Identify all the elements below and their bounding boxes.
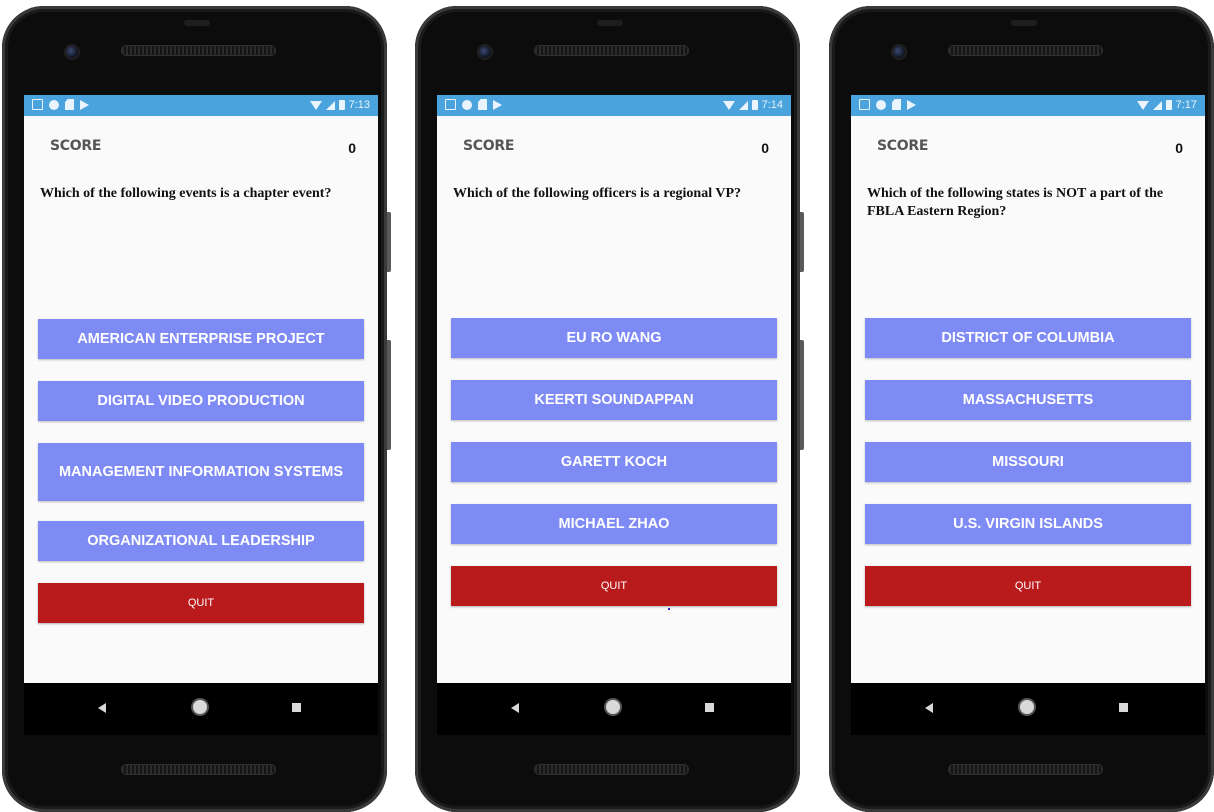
status-time: 7:14 bbox=[761, 99, 783, 111]
quit-button[interactable]: QUIT bbox=[38, 583, 364, 623]
volume-button bbox=[387, 340, 391, 450]
phone-frame-1: 7:13 SCORE 0 Which of the following even… bbox=[2, 6, 391, 812]
answer-button-3[interactable]: MISSOURI bbox=[865, 442, 1191, 482]
nav-bar bbox=[437, 683, 791, 735]
gmail-icon bbox=[859, 99, 870, 110]
bottom-speaker bbox=[949, 765, 1102, 774]
signal-icon bbox=[325, 100, 335, 110]
answer-button-4[interactable]: U.S. VIRGIN ISLANDS bbox=[865, 504, 1191, 544]
nav-bar bbox=[24, 683, 378, 735]
battery-icon bbox=[338, 100, 345, 110]
status-time: 7:17 bbox=[1175, 99, 1197, 111]
recents-icon[interactable] bbox=[705, 703, 714, 712]
signal-icon bbox=[738, 100, 748, 110]
wifi-icon bbox=[309, 100, 322, 110]
question-text: Which of the following states is NOT a p… bbox=[867, 186, 1164, 219]
proximity-sensor bbox=[597, 20, 623, 26]
quit-button[interactable]: QUIT bbox=[451, 566, 777, 606]
earpiece-speaker bbox=[949, 46, 1102, 55]
quiz-screen-3: 7:17 SCORE 0 Which of the following stat… bbox=[851, 95, 1205, 683]
answer-button-3[interactable]: MANAGEMENT INFORMATION SYSTEMS bbox=[38, 443, 364, 501]
circle-icon bbox=[462, 99, 472, 110]
home-icon[interactable] bbox=[606, 700, 620, 714]
back-icon[interactable] bbox=[511, 703, 519, 713]
quiz-screen-2: 7:14 SCORE 0 Which of the following offi… bbox=[437, 95, 791, 683]
status-bar: 7:13 bbox=[24, 95, 378, 116]
quit-button[interactable]: QUIT bbox=[865, 566, 1191, 606]
sd-card-icon bbox=[478, 99, 487, 110]
battery-icon bbox=[1165, 100, 1172, 110]
back-icon[interactable] bbox=[925, 703, 933, 713]
quiz-screen-1: 7:13 SCORE 0 Which of the following even… bbox=[24, 95, 378, 683]
status-bar: 7:17 bbox=[851, 95, 1205, 116]
volume-button bbox=[800, 340, 804, 450]
gmail-icon bbox=[445, 99, 456, 110]
home-icon[interactable] bbox=[193, 700, 207, 714]
power-button bbox=[800, 212, 804, 272]
score-value: 0 bbox=[761, 140, 769, 156]
home-icon[interactable] bbox=[1020, 700, 1034, 714]
nav-bar bbox=[851, 683, 1205, 735]
score-value: 0 bbox=[1175, 140, 1183, 156]
answer-button-3[interactable]: GARETT KOCH bbox=[451, 442, 777, 482]
touch-indicator bbox=[668, 608, 670, 610]
play-store-icon bbox=[80, 99, 89, 110]
battery-icon bbox=[751, 100, 758, 110]
phone-frame-2: 7:14 SCORE 0 Which of the following offi… bbox=[415, 6, 804, 812]
play-store-icon bbox=[493, 99, 502, 110]
play-store-icon bbox=[907, 99, 916, 110]
answer-button-2[interactable]: DIGITAL VIDEO PRODUCTION bbox=[38, 381, 364, 421]
proximity-sensor bbox=[1011, 20, 1037, 26]
earpiece-speaker bbox=[535, 46, 688, 55]
back-icon[interactable] bbox=[98, 703, 106, 713]
score-label: SCORE bbox=[50, 138, 102, 154]
front-camera-icon bbox=[66, 46, 78, 58]
recents-icon[interactable] bbox=[292, 703, 301, 712]
answer-button-2[interactable]: MASSACHUSETTS bbox=[865, 380, 1191, 420]
question-text: Which of the following officers is a reg… bbox=[453, 186, 742, 201]
answer-button-1[interactable]: AMERICAN ENTERPRISE PROJECT bbox=[38, 319, 364, 359]
wifi-icon bbox=[722, 100, 735, 110]
gmail-icon bbox=[32, 99, 43, 110]
score-value: 0 bbox=[348, 140, 356, 156]
recents-icon[interactable] bbox=[1119, 703, 1128, 712]
score-label: SCORE bbox=[463, 138, 515, 154]
answer-button-4[interactable]: ORGANIZATIONAL LEADERSHIP bbox=[38, 521, 364, 561]
question-text: Which of the following events is a chapt… bbox=[40, 186, 332, 201]
answer-button-4[interactable]: MICHAEL ZHAO bbox=[451, 504, 777, 544]
status-time: 7:13 bbox=[348, 99, 370, 111]
answer-button-1[interactable]: EU RO WANG bbox=[451, 318, 777, 358]
answer-button-2[interactable]: KEERTI SOUNDAPPAN bbox=[451, 380, 777, 420]
answer-button-1[interactable]: DISTRICT OF COLUMBIA bbox=[865, 318, 1191, 358]
score-label: SCORE bbox=[877, 138, 929, 154]
bottom-speaker bbox=[122, 765, 275, 774]
bottom-speaker bbox=[535, 765, 688, 774]
sd-card-icon bbox=[892, 99, 901, 110]
phone-frame-3: 7:17 SCORE 0 Which of the following stat… bbox=[829, 6, 1214, 812]
circle-icon bbox=[49, 99, 59, 110]
circle-icon bbox=[876, 99, 886, 110]
wifi-icon bbox=[1136, 100, 1149, 110]
power-button bbox=[387, 212, 391, 272]
proximity-sensor bbox=[184, 20, 210, 26]
status-bar: 7:14 bbox=[437, 95, 791, 116]
front-camera-icon bbox=[479, 46, 491, 58]
sd-card-icon bbox=[65, 99, 74, 110]
signal-icon bbox=[1152, 100, 1162, 110]
earpiece-speaker bbox=[122, 46, 275, 55]
front-camera-icon bbox=[893, 46, 905, 58]
